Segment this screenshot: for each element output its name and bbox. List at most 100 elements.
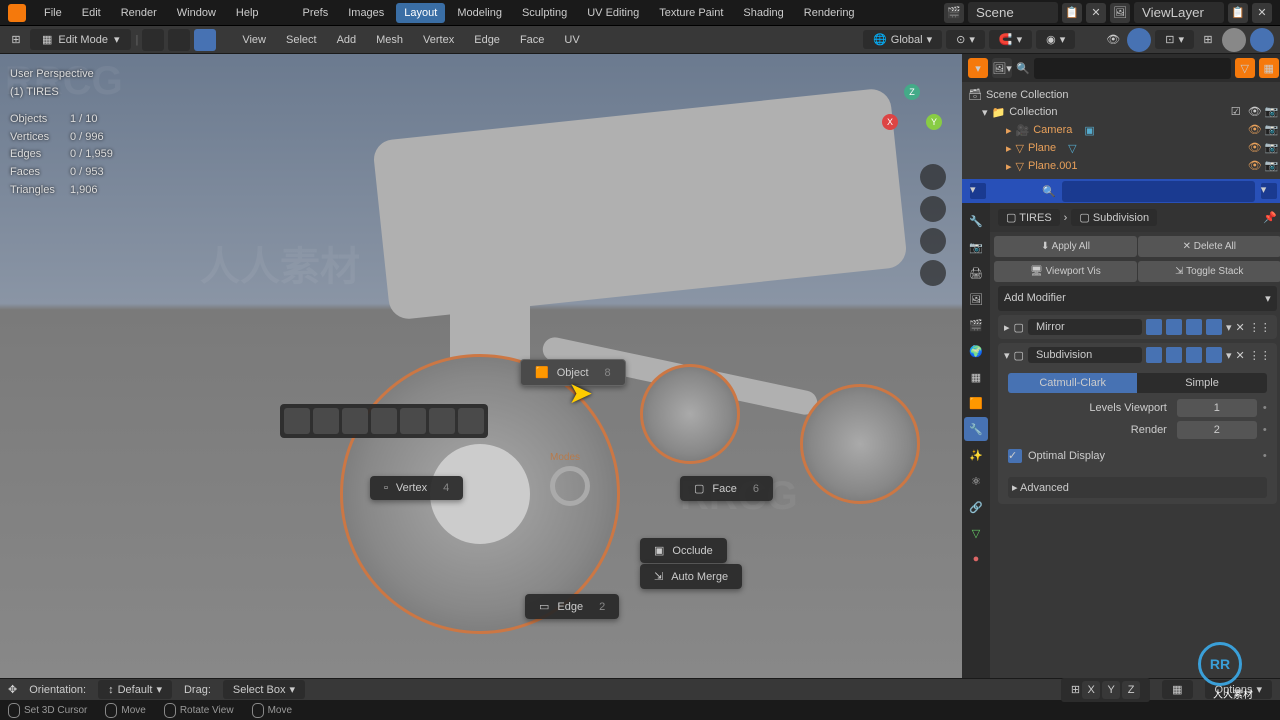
keyframe-dot-icon[interactable]: •: [1263, 402, 1267, 414]
menu-window[interactable]: Window: [169, 3, 224, 23]
axis-z-icon[interactable]: Z: [904, 84, 920, 100]
navigation-gizmo[interactable]: Z X Y: [880, 84, 944, 148]
mod-edit-icon[interactable]: [1166, 347, 1182, 363]
viewlayer-icon[interactable]: 🖼: [1110, 3, 1130, 23]
chevron-down-icon[interactable]: ▾: [1226, 349, 1232, 362]
tool-bridge-icon[interactable]: [371, 408, 397, 434]
tab-particle-icon[interactable]: ✨: [964, 443, 988, 467]
delete-all-button[interactable]: ✕ Delete All: [1138, 236, 1280, 257]
tab-modeling[interactable]: Modeling: [449, 3, 510, 23]
gizmo-toggle[interactable]: [1127, 28, 1151, 52]
optimal-display-checkbox[interactable]: ✓: [1008, 449, 1022, 463]
pie-item-face[interactable]: ▢ Face 6: [680, 476, 773, 501]
menu-add[interactable]: Add: [329, 30, 365, 50]
advanced-panel[interactable]: ▸ Advanced: [1008, 477, 1267, 498]
keyframe-dot-icon[interactable]: •: [1263, 450, 1267, 462]
render-levels-input[interactable]: 2: [1177, 421, 1257, 439]
tab-sculpting[interactable]: Sculpting: [514, 3, 575, 23]
shading-wireframe[interactable]: [1222, 28, 1246, 52]
orientation-default-dropdown[interactable]: ↕Default ▾: [98, 680, 172, 699]
mod-cage-icon[interactable]: [1146, 319, 1162, 335]
mod-render-icon[interactable]: [1206, 319, 1222, 335]
menu-view[interactable]: View: [234, 30, 274, 50]
pie-item-automerge[interactable]: ⇲ Auto Merge: [640, 564, 742, 589]
mod-render-icon[interactable]: [1206, 347, 1222, 363]
outliner-search-input[interactable]: [1034, 58, 1231, 79]
tab-viewlayer-icon[interactable]: 🖼: [964, 287, 988, 311]
viewport-vis-button[interactable]: 🖥 Viewport Vis: [994, 261, 1137, 282]
tree-row-plane001[interactable]: ▸▽Plane.001👁📷: [962, 157, 1280, 175]
drag-icon[interactable]: ⋮⋮: [1249, 349, 1271, 362]
drag-selectbox-dropdown[interactable]: Select Box ▾: [223, 680, 305, 699]
tab-layout[interactable]: Layout: [396, 3, 445, 23]
menu-file[interactable]: File: [36, 3, 70, 23]
mod-viewport-icon[interactable]: [1186, 347, 1202, 363]
subdiv-simple-button[interactable]: Simple: [1137, 373, 1266, 393]
tab-data-icon[interactable]: ▽: [964, 521, 988, 545]
viewlayer-close-icon[interactable]: ✕: [1252, 3, 1272, 23]
menu-uv[interactable]: UV: [556, 30, 587, 50]
scene-browse-icon[interactable]: 🎬: [944, 3, 964, 23]
mod-viewport-icon[interactable]: [1186, 319, 1202, 335]
apply-all-button[interactable]: ⬇ Apply All: [994, 236, 1137, 257]
pie-item-object[interactable]: 🟧 Object 8: [520, 359, 626, 386]
menu-render[interactable]: Render: [113, 3, 165, 23]
tab-collection-icon[interactable]: ▦: [964, 365, 988, 389]
levels-viewport-input[interactable]: 1: [1177, 399, 1257, 417]
perspective-icon[interactable]: [920, 260, 946, 286]
camera-view-icon[interactable]: [920, 228, 946, 254]
menu-edit[interactable]: Edit: [74, 3, 109, 23]
tool-grid-icon[interactable]: [313, 408, 339, 434]
tab-object-icon[interactable]: 🟧: [964, 391, 988, 415]
tree-row-plane[interactable]: ▸▽Plane▽👁📷: [962, 139, 1280, 157]
scene-name-input[interactable]: [968, 2, 1058, 23]
overlay-dropdown[interactable]: ⊡▾: [1155, 30, 1194, 49]
edge-select-icon[interactable]: [168, 29, 190, 51]
pie-item-occlude[interactable]: ▣ Occlude: [640, 538, 727, 563]
proportional-dropdown[interactable]: ◉▾: [1036, 30, 1075, 49]
face-select-icon[interactable]: [194, 29, 216, 51]
move-view-icon[interactable]: [920, 196, 946, 222]
tab-material-icon[interactable]: ●: [964, 547, 988, 571]
filter-icon[interactable]: ▽: [1235, 58, 1255, 78]
xray-toggle[interactable]: ⊞: [1198, 30, 1218, 50]
tab-physics-icon[interactable]: ⚛: [964, 469, 988, 493]
orientation-dropdown[interactable]: 🌐 Global ▾: [863, 30, 942, 49]
tree-row-camera[interactable]: ▸🎥Camera▣👁📷: [962, 121, 1280, 139]
axis-y-icon[interactable]: Y: [926, 114, 942, 130]
close-icon[interactable]: ✕: [1235, 321, 1244, 334]
tree-row-collection[interactable]: ▾📁Collection☑👁📷: [962, 103, 1280, 121]
modifier-name-input[interactable]: Subdivision: [1028, 347, 1142, 363]
chevron-down-icon[interactable]: ▾: [1226, 321, 1232, 334]
zoom-icon[interactable]: [920, 164, 946, 190]
tab-modifier-icon[interactable]: 🔧: [964, 417, 988, 441]
menu-face[interactable]: Face: [512, 30, 552, 50]
axis-x-toggle[interactable]: X: [1082, 681, 1100, 699]
tab-scene-icon[interactable]: 🎬: [964, 313, 988, 337]
scene-new-icon[interactable]: 📋: [1062, 3, 1082, 23]
keyframe-dot-icon[interactable]: •: [1263, 424, 1267, 436]
pivot-dropdown[interactable]: ⊙▾: [946, 30, 985, 49]
menu-help[interactable]: Help: [228, 3, 267, 23]
menu-vertex[interactable]: Vertex: [415, 30, 462, 50]
close-icon[interactable]: ✕: [1235, 349, 1244, 362]
correct-uv-toggle[interactable]: ▦: [1162, 680, 1192, 699]
modifier-name-input[interactable]: Mirror: [1028, 319, 1142, 335]
menu-mesh[interactable]: Mesh: [368, 30, 411, 50]
options-icon[interactable]: ▾: [1261, 183, 1277, 199]
new-collection-icon[interactable]: ▦: [1259, 58, 1279, 78]
tab-texturepaint[interactable]: Texture Paint: [651, 3, 731, 23]
visibility-icon[interactable]: 👁: [1103, 30, 1123, 50]
snap-dropdown[interactable]: 🧲▾: [989, 30, 1032, 49]
disclosure-icon[interactable]: ▾: [982, 106, 988, 119]
viewlayer-name-input[interactable]: [1134, 2, 1224, 23]
menu-select[interactable]: Select: [278, 30, 325, 50]
pie-item-edge[interactable]: ▭ Edge 2: [525, 594, 619, 619]
mod-cage-icon[interactable]: [1146, 347, 1162, 363]
drag-icon[interactable]: ⋮⋮: [1249, 321, 1271, 334]
tab-output-icon[interactable]: 🖨: [964, 261, 988, 285]
breadcrumb-object[interactable]: ▢ TIRES: [998, 209, 1060, 226]
properties-search-input[interactable]: [1062, 181, 1255, 202]
tool-connect-icon[interactable]: [342, 408, 368, 434]
datablock-type-icon[interactable]: ▾: [970, 183, 986, 199]
